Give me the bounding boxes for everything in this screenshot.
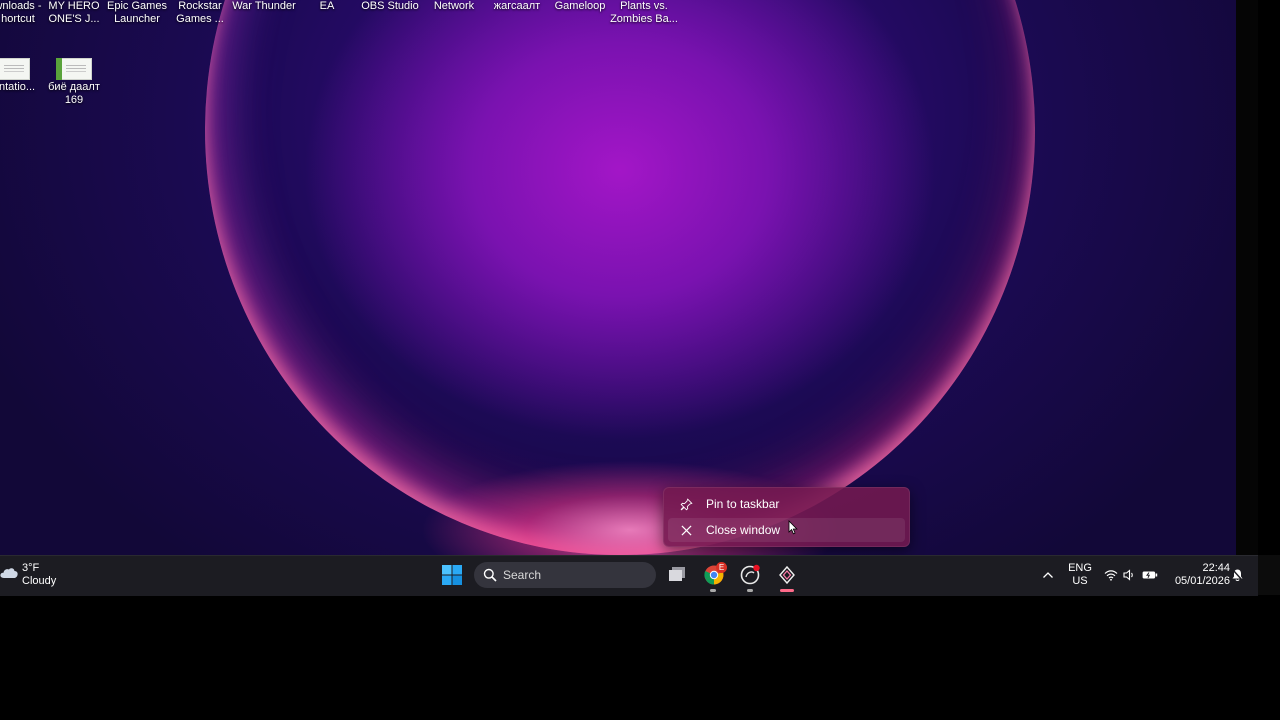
search-placeholder: Search <box>503 568 542 582</box>
menu-item-label: Close window <box>706 523 781 537</box>
volume-icon[interactable] <box>1122 568 1136 582</box>
desktop-icon-plants-vs-zombies[interactable]: Plants vs. Zombies Ba... <box>608 0 680 26</box>
desktop-icon-list[interactable]: жагсаалт <box>481 0 553 13</box>
language-code: ENG <box>1068 562 1092 574</box>
app-running-indicator <box>747 589 753 592</box>
cloud-icon[interactable] <box>0 565 18 579</box>
pin-icon <box>678 497 694 511</box>
desktop-icon-rockstar[interactable]: Rockstar Games ... <box>164 0 236 26</box>
desktop-icon-epic-games[interactable]: Epic Games Launcher <box>101 0 173 26</box>
task-view-icon <box>669 567 685 581</box>
show-hidden-icons-chevron-icon[interactable] <box>1041 568 1055 582</box>
mouse-cursor-icon <box>788 520 798 535</box>
chrome-running-indicator <box>710 589 716 592</box>
battery-charging-icon[interactable] <box>1142 568 1158 582</box>
language-indicator[interactable]: ENG US <box>1066 562 1094 588</box>
document-file-icon[interactable] <box>56 58 92 80</box>
windows-start-icon[interactable] <box>441 564 463 586</box>
menu-item-pin-to-taskbar[interactable]: Pin to taskbar <box>668 492 905 516</box>
circle-app-icon <box>740 564 760 585</box>
diamond-app-icon <box>779 565 795 585</box>
desktop-icon-obs-studio[interactable]: OBS Studio <box>354 0 426 13</box>
screen-edge-band <box>1236 0 1258 555</box>
app-notify-taskbar-button[interactable] <box>739 564 761 586</box>
task-view-button[interactable] <box>666 564 688 586</box>
desktop-file-homework-label[interactable]: биё даалт 169 <box>38 81 110 107</box>
menu-item-label: Pin to taskbar <box>706 497 780 511</box>
desktop-icon-war-thunder[interactable]: War Thunder <box>228 0 300 13</box>
desktop-icon-network[interactable]: Network <box>418 0 490 13</box>
close-icon <box>678 524 694 536</box>
desktop-wallpaper <box>0 0 1258 555</box>
weather-condition[interactable]: Cloudy <box>22 575 56 587</box>
taskbar-context-menu: Pin to taskbar Close window <box>663 487 910 547</box>
active-app-taskbar-button[interactable] <box>776 564 798 586</box>
menu-item-close-window[interactable]: Close window <box>668 518 905 542</box>
desktop-icon-gameloop[interactable]: Gameloop <box>544 0 616 13</box>
clock-date: 05/01/2026 <box>1174 575 1230 587</box>
clock[interactable]: 22:44 05/01/2026 <box>1168 562 1230 588</box>
desktop-icon-ea[interactable]: EA <box>291 0 363 13</box>
clock-time: 22:44 <box>1202 562 1230 574</box>
desktop-icon-my-hero[interactable]: MY HERO ONE'S J... <box>38 0 110 26</box>
wifi-icon[interactable] <box>1104 568 1118 582</box>
weather-temperature[interactable]: 3°F <box>22 562 39 574</box>
presentation-file-icon[interactable] <box>0 58 30 80</box>
keyboard-region: US <box>1072 575 1088 587</box>
chrome-profile-badge: E <box>716 562 727 573</box>
taskbar-search-box[interactable]: Search <box>474 562 656 588</box>
notification-bell-icon[interactable] <box>1230 568 1244 582</box>
active-app-indicator <box>780 589 794 592</box>
search-icon <box>483 568 497 582</box>
screen-edge-strip <box>1258 555 1280 595</box>
